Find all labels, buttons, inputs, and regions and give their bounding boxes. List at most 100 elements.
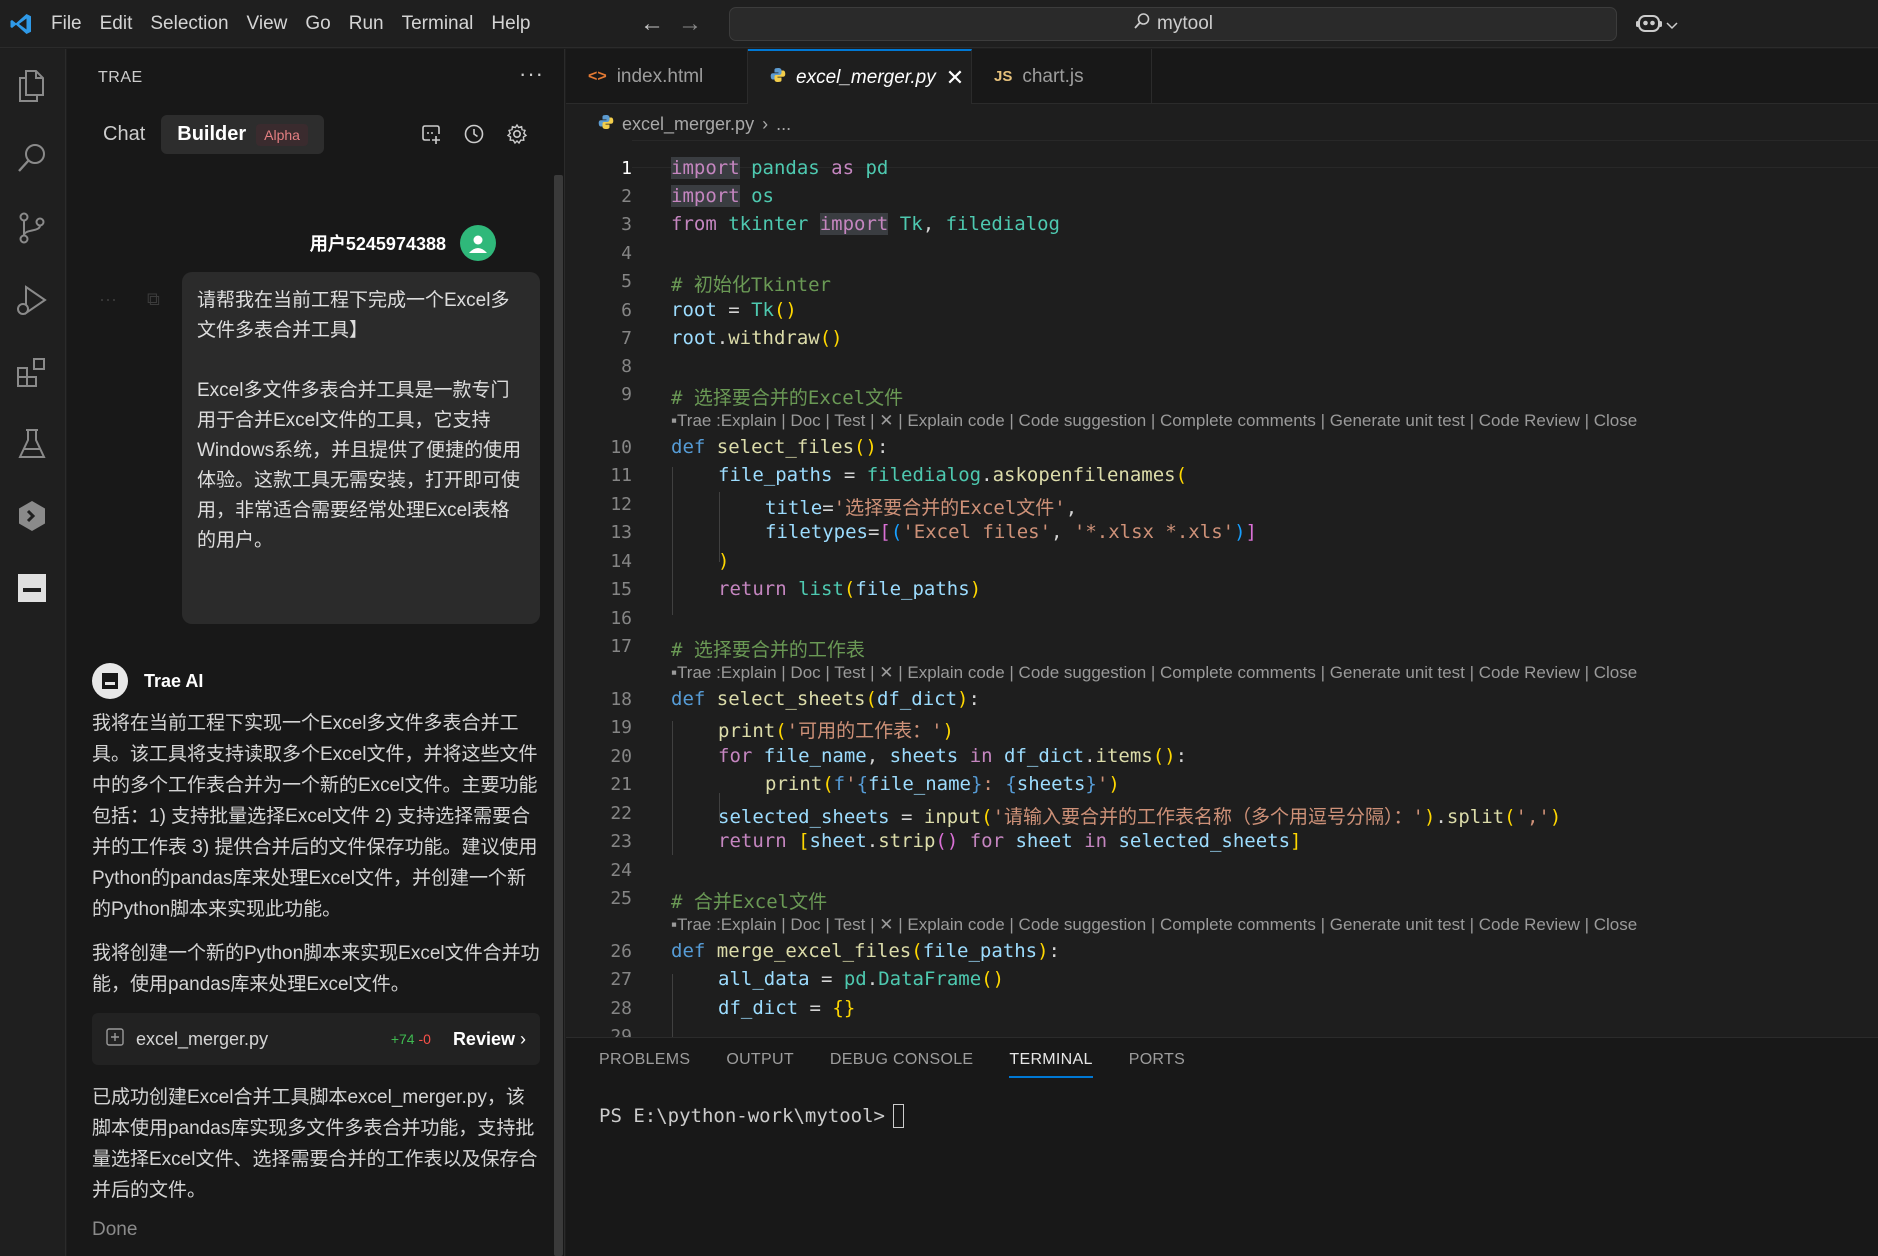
tab-chart-js[interactable]: JS chart.js	[972, 49, 1152, 104]
user-avatar	[460, 225, 496, 261]
line-number: 15	[610, 579, 632, 600]
tab-output[interactable]: OUTPUT	[726, 1038, 794, 1082]
copilot-menu[interactable]	[1636, 12, 1678, 39]
code-line: file_paths = filedialog.askopenfilenames…	[718, 464, 1188, 486]
settings-gear-icon[interactable]	[506, 123, 528, 150]
python-icon	[770, 67, 786, 89]
ai-name: Trae AI	[144, 670, 204, 691]
code-line: return list(file_paths)	[718, 578, 982, 600]
explorer-icon[interactable]	[10, 64, 54, 108]
menu-run[interactable]: Run	[340, 0, 393, 48]
close-icon[interactable]: ✕	[946, 65, 964, 91]
js-icon: JS	[994, 68, 1013, 85]
breadcrumb-symbol[interactable]: ...	[776, 114, 791, 135]
tab-builder[interactable]: Builder Alpha	[161, 115, 324, 154]
line-number: 21	[610, 774, 632, 795]
testing-flask-icon[interactable]	[10, 422, 54, 466]
add-file-icon	[106, 1027, 124, 1051]
line-number: 12	[610, 494, 632, 515]
line-number: 19	[610, 717, 632, 738]
tab-ports[interactable]: PORTS	[1129, 1038, 1185, 1082]
code-line: filetypes=[('Excel files', '*.xlsx *.xls…	[765, 521, 1257, 543]
arrow-right-icon[interactable]: →	[678, 10, 702, 38]
code-line: # 选择要合并的Excel文件	[671, 387, 904, 409]
code-line: root = Tk()	[671, 299, 797, 321]
menu-go[interactable]: Go	[296, 0, 339, 48]
trae-ai-chat-icon[interactable]	[10, 566, 54, 610]
line-number: 27	[610, 969, 632, 990]
tab-debug-console[interactable]: DEBUG CONSOLE	[830, 1038, 974, 1082]
indent-guide	[672, 721, 673, 855]
trae-builder-icon[interactable]	[10, 494, 54, 538]
review-button[interactable]: Review ›	[453, 1029, 526, 1050]
menu-bar: File Edit Selection View Go Run Terminal…	[42, 0, 540, 48]
new-chat-icon[interactable]	[420, 123, 442, 150]
line-number: 2	[621, 186, 632, 207]
code-editor[interactable]: 1 2 3 4 5 6 7 8 9 10 11 12 13 14 15 16 1…	[566, 140, 1878, 1047]
tab-index-html[interactable]: <> index.html	[566, 49, 748, 104]
menu-help[interactable]: Help	[482, 0, 539, 48]
codelens-actions[interactable]: ▪Trae :Explain | Doc | Test | ✕ | Explai…	[671, 915, 1637, 935]
run-debug-icon[interactable]	[10, 279, 54, 323]
codelens-actions[interactable]: ▪Trae :Explain | Doc | Test | ✕ | Explai…	[671, 411, 1637, 431]
command-center-search[interactable]: mytool	[729, 7, 1617, 41]
python-icon	[598, 114, 614, 135]
lines-added: +74	[390, 1031, 415, 1047]
tab-problems[interactable]: PROBLEMS	[599, 1038, 690, 1082]
line-number: 20	[610, 746, 632, 767]
menu-selection[interactable]: Selection	[141, 0, 237, 48]
user-message-bubble: 请帮我在当前工程下完成一个Excel多文件多表合并工具】 Excel多文件多表合…	[182, 272, 540, 624]
chevron-right-icon: ›	[762, 113, 769, 134]
code-line: selected_sheets = input('请输入要合并的工作表名称（多个…	[718, 806, 1562, 828]
chevron-down-icon	[1666, 17, 1678, 35]
terminal-prompt: PS E:\python-work\mytool>	[599, 1105, 885, 1127]
codelens-actions[interactable]: ▪Trae :Explain | Doc | Test | ✕ | Explai…	[671, 663, 1637, 683]
more-actions-icon[interactable]: ···	[519, 61, 544, 87]
menu-file[interactable]: File	[42, 0, 91, 48]
copy-icon[interactable]: ⧉	[147, 289, 160, 310]
line-number: 10	[610, 437, 632, 458]
ai-message: 已成功创建Excel合并工具脚本excel_merger.py，该脚本使用pan…	[92, 1087, 538, 1201]
code-line: df_dict = {}	[718, 997, 856, 1019]
user-name: 用户5245974388	[309, 234, 446, 254]
user-message-line: Excel多文件多表合并工具是一款专门用于合并Excel文件的工具，它支持Win…	[197, 380, 522, 551]
menu-edit[interactable]: Edit	[91, 0, 142, 48]
tab-chat[interactable]: Chat	[87, 115, 161, 154]
code-line: print('可用的工作表：')	[718, 720, 954, 742]
command-center-label: mytool	[1157, 13, 1213, 34]
arrow-left-icon[interactable]: ←	[640, 10, 664, 38]
chevron-right-icon: ›	[520, 1028, 526, 1049]
breadcrumb-file[interactable]: excel_merger.py	[622, 114, 754, 135]
terminal-input[interactable]: PS E:\python-work\mytool>	[599, 1104, 904, 1128]
source-control-icon[interactable]	[10, 206, 54, 250]
code-line: title='选择要合并的Excel文件',	[765, 497, 1078, 519]
line-number: 4	[621, 243, 632, 264]
code-line: def select_sheets(df_dict):	[671, 688, 980, 710]
more-icon[interactable]: ···	[99, 289, 117, 310]
tab-terminal[interactable]: TERMINAL	[1009, 1038, 1094, 1082]
code-line: root.withdraw()	[671, 327, 843, 349]
panel-title: TRAE	[98, 69, 143, 86]
search-icon[interactable]	[10, 136, 54, 180]
code-line: )	[718, 550, 730, 572]
menu-terminal[interactable]: Terminal	[393, 0, 483, 48]
history-icon[interactable]	[463, 123, 485, 150]
title-bar: File Edit Selection View Go Run Terminal…	[0, 0, 1878, 48]
line-number: 1	[621, 158, 632, 179]
extensions-icon[interactable]	[10, 351, 54, 395]
review-label: Review	[452, 1028, 515, 1049]
user-header: 用户5245974388	[310, 225, 496, 261]
trae-side-panel: TRAE ··· Chat Builder Alpha 用户5245974388…	[67, 49, 565, 1256]
ai-message: 我将在当前工程下实现一个Excel多文件多表合并工具。该工具将支持读取多个Exc…	[92, 713, 538, 920]
line-number: 14	[610, 551, 632, 572]
line-number: 28	[610, 998, 632, 1019]
file-change-card[interactable]: excel_merger.py +74 -0 Review ›	[92, 1013, 540, 1065]
line-number: 8	[621, 356, 632, 377]
ai-header: Trae AI	[92, 663, 203, 699]
activity-bar	[0, 49, 66, 1256]
tab-excel-merger[interactable]: excel_merger.py ✕	[748, 49, 972, 104]
chat-scrollbar[interactable]	[554, 175, 563, 1256]
terminal-cursor	[892, 1104, 904, 1128]
line-number: 17	[610, 636, 632, 657]
menu-view[interactable]: View	[238, 0, 297, 48]
